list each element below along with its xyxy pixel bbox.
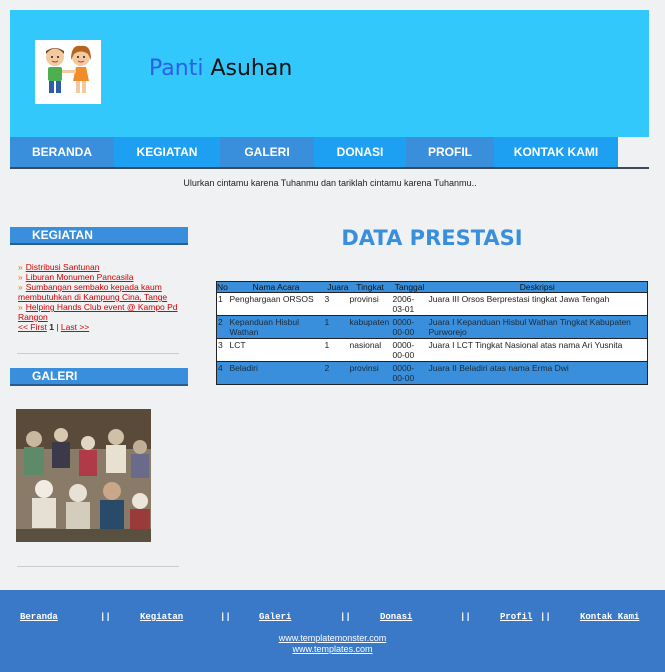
site-header: Panti Asuhan bbox=[10, 10, 649, 137]
table-header-row: No Nama Acara Juara Tingkat Tanggal Desk… bbox=[216, 281, 648, 293]
cell-no: 1 bbox=[216, 292, 229, 316]
cell-nama-acara: Penghargaan ORSOS bbox=[228, 292, 324, 316]
pager-last[interactable]: Last >> bbox=[61, 322, 89, 332]
footer-link-kontak-kami[interactable]: Kontak Kami bbox=[580, 612, 639, 622]
nav-galeri[interactable]: GALERI bbox=[220, 137, 314, 167]
footer-separator: || bbox=[220, 612, 231, 622]
table-row: 3 LCT 1 nasional 0000-00-00 Juara I LCT … bbox=[216, 338, 648, 362]
footer-separator: || bbox=[460, 612, 471, 622]
cell-tingkat: nasional bbox=[348, 338, 392, 362]
nav-donasi[interactable]: DONASI bbox=[314, 137, 406, 167]
main-nav: BERANDA KEGIATAN GALERI DONASI PROFIL KO… bbox=[10, 137, 649, 169]
tagline: Ulurkan cintamu karena Tuhanmu dan tarik… bbox=[183, 178, 477, 188]
footer-link-profil[interactable]: Profil bbox=[500, 612, 532, 622]
site-title-part2: Asuhan bbox=[210, 56, 293, 81]
site-title: Panti Asuhan bbox=[149, 56, 292, 81]
col-header-tanggal: Tanggal bbox=[391, 281, 428, 293]
table-row: 2 Kepanduan Hisbul Wathan 1 kabupaten 00… bbox=[216, 315, 648, 339]
cell-no: 2 bbox=[216, 315, 229, 339]
cell-juara: 3 bbox=[323, 292, 349, 316]
cell-tanggal: 0000-00-00 bbox=[391, 361, 428, 385]
col-header-tingkat: Tingkat bbox=[348, 281, 392, 293]
cell-tanggal: 0000-00-00 bbox=[391, 338, 428, 362]
cell-tanggal: 2006-03-01 bbox=[391, 292, 428, 316]
cell-juara: 1 bbox=[323, 338, 349, 362]
nav-kontak-kami[interactable]: KONTAK KAMI bbox=[494, 137, 618, 167]
galeri-heading: GALERI bbox=[10, 368, 188, 384]
footer-link-galeri[interactable]: Galeri bbox=[259, 612, 291, 622]
cell-deskripsi: Juara II Beladiri atas nama Erma Dwi bbox=[427, 361, 648, 385]
cell-no: 4 bbox=[216, 361, 229, 385]
col-header-juara: Juara bbox=[323, 281, 349, 293]
cell-nama-acara: LCT bbox=[228, 338, 324, 362]
table-row: 4 Beladiri 2 provinsi 0000-00-00 Juara I… bbox=[216, 361, 648, 385]
cell-tingkat: kabupaten bbox=[348, 315, 392, 339]
col-header-nama-acara: Nama Acara bbox=[228, 281, 324, 293]
list-item: » Helping Hands Club event @ Kampo Pd Ran… bbox=[18, 302, 180, 322]
bullet-icon: » bbox=[18, 272, 23, 282]
site-footer: Beranda || Kegiatan || Galeri || Donasi … bbox=[0, 590, 665, 672]
pager-separator: | bbox=[56, 322, 59, 332]
cell-tingkat: provinsi bbox=[348, 361, 392, 385]
kegiatan-link[interactable]: Sumbangan sembako kepada kaum membutuhka… bbox=[18, 282, 167, 302]
divider bbox=[17, 353, 179, 354]
bullet-icon: » bbox=[18, 282, 23, 292]
footer-separator: || bbox=[100, 612, 111, 622]
col-header-no: No bbox=[216, 281, 229, 293]
nav-profil[interactable]: PROFIL bbox=[406, 137, 494, 167]
galeri-photo[interactable] bbox=[16, 409, 151, 542]
kegiatan-link[interactable]: Liburan Monumen Pancasila bbox=[26, 272, 134, 282]
cell-deskripsi: Juara III Orsos Berprestasi tingkat Jawa… bbox=[427, 292, 648, 316]
col-header-deskripsi: Deskripsi bbox=[427, 281, 648, 293]
cell-no: 3 bbox=[216, 338, 229, 362]
cell-juara: 2 bbox=[323, 361, 349, 385]
cell-tingkat: provinsi bbox=[348, 292, 392, 316]
kegiatan-list: » Distribusi Santunan » Liburan Monumen Pa… bbox=[18, 262, 180, 332]
children-logo-icon[interactable] bbox=[35, 40, 101, 104]
nav-kegiatan[interactable]: KEGIATAN bbox=[114, 137, 220, 167]
list-item: » Distribusi Santunan bbox=[18, 262, 180, 272]
footer-link-beranda[interactable]: Beranda bbox=[20, 612, 58, 622]
kegiatan-link[interactable]: Distribusi Santunan bbox=[26, 262, 100, 272]
pager-first[interactable]: << First bbox=[18, 322, 47, 332]
kegiatan-link[interactable]: Helping Hands Club event @ Kampo Pd Rang… bbox=[18, 302, 178, 322]
pager-current: 1 bbox=[49, 322, 54, 332]
list-item: » Liburan Monumen Pancasila bbox=[18, 272, 180, 282]
pagination: << First 1 | Last >> bbox=[18, 322, 180, 332]
bullet-icon: » bbox=[18, 302, 23, 312]
cell-deskripsi: Juara I Kepanduan Hisbul Wathan Tingkat … bbox=[427, 315, 648, 339]
cell-nama-acara: Kepanduan Hisbul Wathan bbox=[228, 315, 324, 339]
footer-separator: || bbox=[540, 612, 551, 622]
page-title: DATA PRESTASI bbox=[341, 226, 523, 250]
site-title-part1: Panti bbox=[149, 56, 204, 81]
divider bbox=[17, 566, 179, 567]
footer-url-templatemonster[interactable]: www.templatemonster.com bbox=[0, 633, 665, 643]
list-item: » Sumbangan sembako kepada kaum membutuhk… bbox=[18, 282, 180, 302]
bullet-icon: » bbox=[18, 262, 23, 272]
footer-link-kegiatan[interactable]: Kegiatan bbox=[140, 612, 183, 622]
table-row: 1 Penghargaan ORSOS 3 provinsi 2006-03-0… bbox=[216, 292, 648, 316]
kegiatan-heading: KEGIATAN bbox=[10, 227, 188, 243]
footer-link-donasi[interactable]: Donasi bbox=[380, 612, 412, 622]
cell-juara: 1 bbox=[323, 315, 349, 339]
cell-deskripsi: Juara I LCT Tingkat Nasional atas nama A… bbox=[427, 338, 648, 362]
cell-tanggal: 0000-00-00 bbox=[391, 315, 428, 339]
cell-nama-acara: Beladiri bbox=[228, 361, 324, 385]
footer-separator: || bbox=[340, 612, 351, 622]
footer-url-templates[interactable]: www.templates.com bbox=[0, 644, 665, 654]
prestasi-table: No Nama Acara Juara Tingkat Tanggal Desk… bbox=[216, 281, 648, 385]
nav-beranda[interactable]: BERANDA bbox=[10, 137, 114, 167]
